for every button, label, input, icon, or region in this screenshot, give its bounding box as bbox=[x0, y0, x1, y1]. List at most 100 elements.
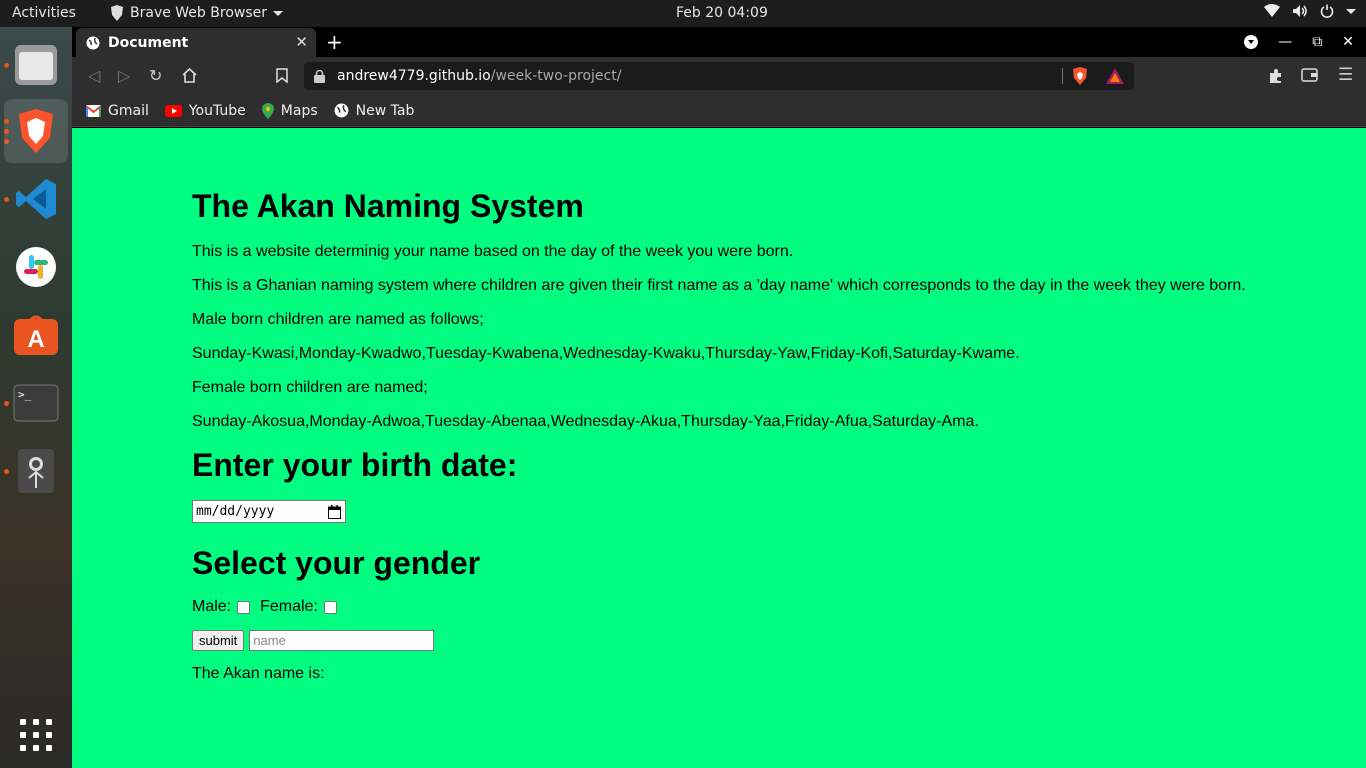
bookmark-label: New Tab bbox=[355, 102, 415, 119]
bookmark-youtube[interactable]: YouTube bbox=[164, 102, 246, 119]
dock-screenshot[interactable] bbox=[4, 439, 68, 503]
system-tray[interactable] bbox=[1264, 4, 1356, 18]
browser-toolbar: ◁ ▷ ↻ andrew4779.github.io/week-two-proj… bbox=[72, 57, 1366, 95]
running-indicator bbox=[4, 197, 9, 202]
web-page: The Akan Naming System This is a website… bbox=[72, 128, 1366, 768]
date-placeholder: mm/dd/yyyy bbox=[196, 504, 275, 519]
lock-icon bbox=[314, 69, 325, 83]
globe-icon bbox=[334, 103, 349, 118]
female-names-list: Sunday-Akosua,Monday-Adwoa,Tuesday-Abena… bbox=[192, 413, 979, 430]
software-store-icon: A bbox=[14, 315, 58, 355]
clock[interactable]: Feb 20 04:09 bbox=[676, 5, 768, 21]
minimize-icon[interactable]: — bbox=[1278, 34, 1292, 50]
page-content: The Akan Naming System This is a website… bbox=[192, 188, 1292, 699]
dock-terminal[interactable]: >_ bbox=[4, 371, 68, 435]
name-output-field[interactable]: name bbox=[249, 630, 435, 651]
maps-icon bbox=[261, 102, 274, 119]
forward-icon[interactable]: ▷ bbox=[118, 66, 130, 85]
dock-brave[interactable] bbox=[4, 99, 68, 163]
birth-date-heading: Enter your birth date: bbox=[192, 447, 518, 483]
dock-software[interactable]: A bbox=[4, 303, 68, 367]
male-names-intro: Male born children are named as follows; bbox=[192, 311, 484, 328]
app-menu-label: Brave Web Browser bbox=[130, 5, 267, 21]
brave-rewards-icon[interactable] bbox=[1106, 68, 1124, 84]
youtube-icon bbox=[164, 104, 182, 117]
chevron-down-icon bbox=[1346, 8, 1356, 14]
brave-icon bbox=[19, 109, 53, 153]
svg-text:A: A bbox=[27, 326, 44, 353]
maximize-icon[interactable]: ⧉ bbox=[1312, 34, 1322, 50]
birth-date-input[interactable]: mm/dd/yyyy bbox=[192, 500, 346, 523]
running-indicator bbox=[4, 139, 9, 144]
url-path: /week-two-project/ bbox=[490, 68, 622, 84]
extensions-icon[interactable] bbox=[1268, 68, 1284, 84]
wallet-icon[interactable] bbox=[1301, 68, 1318, 82]
male-names-list: Sunday-Kwasi,Monday-Kwadwo,Tuesday-Kwabe… bbox=[192, 345, 1020, 362]
globe-icon bbox=[86, 36, 100, 49]
bookmark-gmail[interactable]: Gmail bbox=[86, 103, 149, 119]
bookmark-maps[interactable]: Maps bbox=[261, 102, 318, 119]
bookmark-label: Gmail bbox=[108, 102, 149, 119]
activities-button[interactable]: Activities bbox=[12, 5, 76, 21]
bookmarks-bar: Gmail YouTube Maps New Tab bbox=[72, 95, 1366, 127]
window-controls: — ⧉ ✕ bbox=[1244, 27, 1366, 57]
volume-icon bbox=[1293, 5, 1307, 17]
female-label: Female: bbox=[260, 598, 318, 615]
intro-paragraph: This is a website determinig your name b… bbox=[192, 243, 794, 260]
back-icon[interactable]: ◁ bbox=[88, 66, 100, 85]
brave-icon bbox=[111, 5, 123, 21]
running-indicator bbox=[4, 129, 9, 134]
tab-title: Document bbox=[108, 34, 189, 51]
url-divider bbox=[1062, 68, 1063, 84]
dock: A >_ bbox=[0, 27, 72, 768]
screenshot-icon bbox=[18, 449, 54, 493]
running-indicator bbox=[4, 401, 9, 406]
male-checkbox[interactable] bbox=[237, 600, 251, 614]
home-icon[interactable] bbox=[182, 68, 197, 83]
app-menu[interactable]: Brave Web Browser bbox=[110, 5, 283, 21]
terminal-icon: >_ bbox=[13, 384, 59, 422]
dock-vscode[interactable] bbox=[4, 167, 68, 231]
close-window-icon[interactable]: ✕ bbox=[1342, 34, 1354, 50]
bookmark-icon[interactable] bbox=[276, 68, 288, 83]
description-paragraph: This is a Ghanian naming system where ch… bbox=[192, 277, 1246, 294]
profile-menu-icon[interactable] bbox=[1244, 35, 1259, 49]
page-title: The Akan Naming System bbox=[192, 188, 584, 224]
system-top-bar: Activities Brave Web Browser Feb 20 04:0… bbox=[0, 0, 1366, 27]
gender-selector: Male: Female: bbox=[192, 598, 1292, 616]
running-indicator bbox=[4, 63, 9, 68]
male-label: Male: bbox=[192, 598, 232, 615]
power-icon bbox=[1320, 4, 1334, 18]
new-tab-button[interactable]: + bbox=[326, 30, 343, 54]
reload-icon[interactable]: ↻ bbox=[149, 66, 162, 85]
app-grid-icon bbox=[20, 719, 52, 751]
calendar-icon[interactable] bbox=[328, 505, 341, 519]
tab-document[interactable]: Document ✕ bbox=[76, 28, 316, 57]
tab-close-icon[interactable]: ✕ bbox=[295, 33, 308, 51]
slack-icon bbox=[16, 247, 56, 287]
submit-button[interactable]: submit bbox=[192, 630, 245, 651]
menu-icon[interactable]: ☰ bbox=[1338, 65, 1353, 85]
show-applications-button[interactable] bbox=[4, 703, 68, 767]
svg-text:>_: >_ bbox=[18, 388, 32, 401]
gender-heading: Select your gender bbox=[192, 545, 481, 581]
vscode-icon bbox=[16, 179, 56, 219]
submit-row: submit name bbox=[192, 630, 1292, 651]
address-bar[interactable]: andrew4779.github.io/week-two-project/ bbox=[304, 62, 1134, 90]
akan-name-result: The Akan name is: bbox=[192, 665, 325, 682]
wifi-icon bbox=[1264, 4, 1280, 17]
dock-slack[interactable] bbox=[4, 235, 68, 299]
chevron-down-icon bbox=[273, 10, 283, 16]
tab-strip: Document ✕ + — ⧉ ✕ bbox=[72, 27, 1366, 57]
gmail-icon bbox=[86, 104, 101, 117]
brave-shields-icon[interactable] bbox=[1072, 67, 1088, 85]
running-indicator bbox=[4, 469, 9, 474]
bookmark-label: YouTube bbox=[188, 102, 246, 119]
dock-files[interactable] bbox=[4, 33, 68, 97]
female-checkbox[interactable] bbox=[323, 600, 337, 614]
browser-window: Document ✕ + — ⧉ ✕ ◁ ▷ ↻ andrew4779.gith… bbox=[72, 27, 1366, 768]
files-icon bbox=[15, 45, 57, 85]
bookmark-label: Maps bbox=[280, 102, 318, 119]
bookmark-new-tab[interactable]: New Tab bbox=[334, 102, 415, 119]
running-indicator bbox=[4, 119, 9, 124]
